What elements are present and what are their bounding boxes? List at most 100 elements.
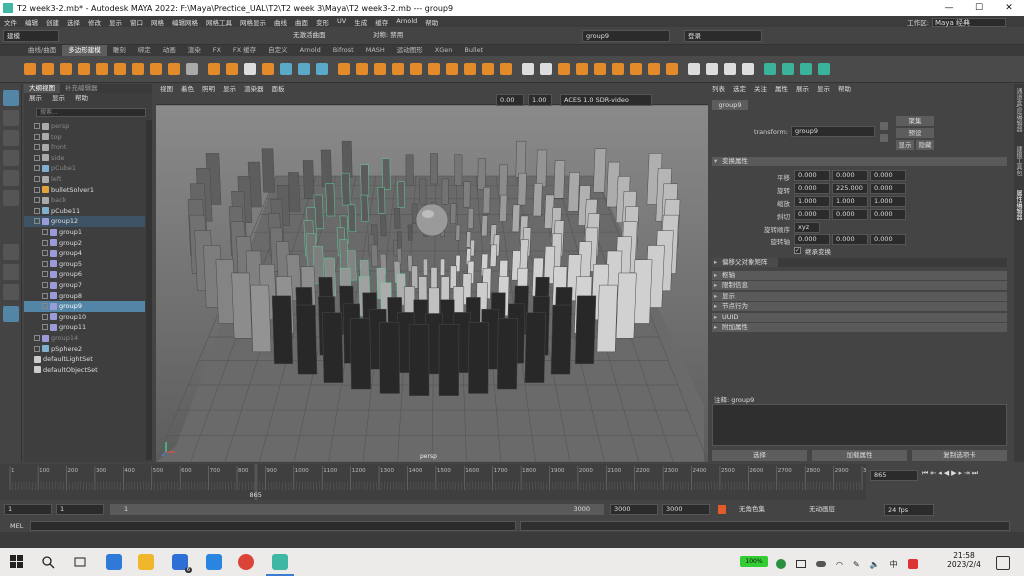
shelf-tool-icon[interactable] — [42, 63, 54, 75]
shelf-tool-icon[interactable] — [482, 63, 494, 75]
outliner-row-front[interactable]: front — [24, 142, 145, 153]
clock[interactable]: 21:58 2023/2/4 — [944, 551, 984, 569]
focus-button[interactable]: 聚集 — [896, 116, 934, 126]
ime-indicator[interactable]: 中 — [890, 559, 898, 570]
expand-toggle-icon[interactable] — [34, 335, 40, 341]
chrome-icon[interactable] — [238, 554, 254, 570]
shelf-tool-icon[interactable] — [168, 63, 180, 75]
shelf-tool-icon[interactable] — [522, 63, 534, 75]
pen-icon[interactable]: ✎ — [853, 560, 860, 569]
outliner-row-group5[interactable]: group5 — [24, 259, 145, 270]
shelf-tab-9[interactable]: Arnold — [294, 45, 327, 56]
menu-item-7[interactable]: 网格 — [147, 17, 168, 27]
move-tool-icon[interactable] — [3, 150, 19, 166]
shelf-tab-8[interactable]: 自定义 — [262, 45, 294, 56]
hide-button[interactable]: 隐藏 — [916, 140, 934, 150]
section-transform-attributes[interactable]: 变换属性 — [712, 157, 1007, 166]
transform-name-field[interactable]: group9 — [791, 126, 875, 137]
symmetry-dropdown[interactable]: 对称: 禁用 — [370, 30, 432, 42]
autokey-icon[interactable] — [718, 505, 726, 514]
scale-z-field[interactable]: 1.000 — [870, 196, 906, 207]
shelf-tool-icon[interactable] — [24, 63, 36, 75]
notification-center-icon[interactable] — [996, 556, 1010, 570]
outliner-scrollbar[interactable] — [146, 120, 152, 460]
menu-item-4[interactable]: 修改 — [84, 17, 105, 27]
shelf-tool-icon[interactable] — [374, 63, 386, 75]
menu-item-13[interactable]: 变形 — [312, 17, 333, 27]
menu-item-2[interactable]: 创建 — [42, 17, 63, 27]
shelf-tab-6[interactable]: FX — [207, 45, 227, 56]
tray-app-icon[interactable] — [776, 559, 786, 569]
shelf-tool-icon[interactable] — [208, 63, 220, 75]
shelf-tool-icon[interactable] — [818, 63, 830, 75]
menu-item-10[interactable]: 网格显示 — [236, 17, 270, 27]
tab-modeling-toolkit[interactable]: 建模工具包 — [1014, 146, 1023, 176]
outliner-row-group14[interactable]: group14 — [24, 333, 145, 344]
expand-toggle-icon[interactable] — [42, 250, 48, 257]
rotate-z-field[interactable]: 0.000 — [870, 183, 906, 194]
shear-x-field[interactable]: 0.000 — [794, 209, 830, 220]
go-end-icon[interactable]: ⏭ — [972, 469, 978, 481]
outliner-row-group1[interactable]: group1 — [24, 227, 145, 238]
menu-item-18[interactable]: 帮助 — [421, 17, 442, 27]
copy-tab-button[interactable]: 复制选项卡 — [912, 450, 1007, 461]
shelf-tool-icon[interactable] — [392, 63, 404, 75]
go-start-icon[interactable]: ⏮ — [922, 469, 928, 481]
section-1[interactable]: 限制信息 — [712, 281, 1007, 291]
menu-item-5[interactable]: 显示 — [105, 17, 126, 27]
scale-x-field[interactable]: 1.000 — [794, 196, 830, 207]
presets-button[interactable]: 预设 — [896, 128, 934, 138]
exposure-field[interactable]: 0.00 — [496, 94, 524, 106]
shelf-tool-icon[interactable] — [316, 63, 328, 75]
section-2[interactable]: 显示 — [712, 291, 1007, 301]
command-input[interactable] — [30, 521, 516, 531]
rotate-tool-icon[interactable] — [3, 170, 19, 186]
shelf-tool-icon[interactable] — [782, 63, 794, 75]
rotate-axis-y-field[interactable]: 0.000 — [832, 234, 868, 245]
menu-item-8[interactable]: 编辑网格 — [168, 17, 202, 27]
shelf-tool-icon[interactable] — [630, 63, 642, 75]
expand-toggle-icon[interactable] — [34, 154, 40, 161]
shelf-tool-icon[interactable] — [132, 63, 144, 75]
section-5[interactable]: 附加属性 — [712, 323, 1007, 332]
range-slider[interactable]: 1 3000 — [110, 504, 604, 515]
outliner-row-group4[interactable]: group4 — [24, 248, 145, 259]
translate-z-field[interactable]: 0.000 — [870, 170, 906, 181]
expand-toggle-icon[interactable] — [34, 176, 40, 182]
shelf-tool-icon[interactable] — [464, 63, 476, 75]
shelf-tool-icon[interactable] — [262, 63, 274, 75]
fps-dropdown[interactable]: 24 fps — [884, 504, 934, 516]
shelf-tab-11[interactable]: MASH — [360, 45, 391, 56]
live-surface-label[interactable]: 无激活曲面 — [290, 30, 350, 42]
shelf-tab-0[interactable]: 曲线/曲面 — [22, 45, 62, 56]
shelf-tool-icon[interactable] — [280, 63, 292, 75]
gamma-field[interactable]: 1.00 — [528, 94, 552, 106]
wifi-icon[interactable]: ◠ — [836, 560, 843, 569]
mail-icon[interactable]: 6 — [172, 554, 192, 573]
outliner-row-group8[interactable]: group8 — [24, 291, 145, 302]
single-view-icon[interactable] — [3, 244, 19, 260]
close-button[interactable]: ✕ — [994, 0, 1024, 16]
expand-toggle-icon[interactable] — [34, 218, 40, 225]
attr-menu-3[interactable]: 属性 — [771, 84, 792, 94]
feishu-icon[interactable] — [206, 554, 222, 570]
colorspace-dropdown[interactable]: ACES 1.0 SDR-video (sRGB) — [560, 94, 652, 114]
expand-toggle-icon[interactable] — [42, 260, 48, 267]
maximize-button[interactable]: ☐ — [964, 0, 994, 16]
outliner-row-defaultObjectSet[interactable]: defaultObjectSet — [24, 365, 145, 376]
playback-start-field[interactable]: 1 — [56, 504, 104, 515]
side-by-side-icon[interactable] — [3, 284, 19, 300]
menu-item-15[interactable]: 生成 — [350, 17, 371, 27]
outliner-row-group2[interactable]: group2 — [24, 238, 145, 249]
shelf-tool-icon[interactable] — [576, 63, 588, 75]
viewport-menu-0[interactable]: 视图 — [156, 84, 177, 94]
shelf-tool-icon[interactable] — [186, 63, 198, 75]
menu-item-6[interactable]: 窗口 — [126, 17, 147, 27]
viewport-menu-4[interactable]: 渲染器 — [240, 84, 268, 94]
shelf-tool-icon[interactable] — [540, 63, 552, 75]
app-store-icon[interactable] — [106, 554, 122, 570]
animation-start-field[interactable]: 1 — [4, 504, 52, 515]
maya-taskbar-icon[interactable] — [272, 554, 288, 570]
shelf-tool-icon[interactable] — [594, 63, 606, 75]
shelf-tool-icon[interactable] — [648, 63, 660, 75]
